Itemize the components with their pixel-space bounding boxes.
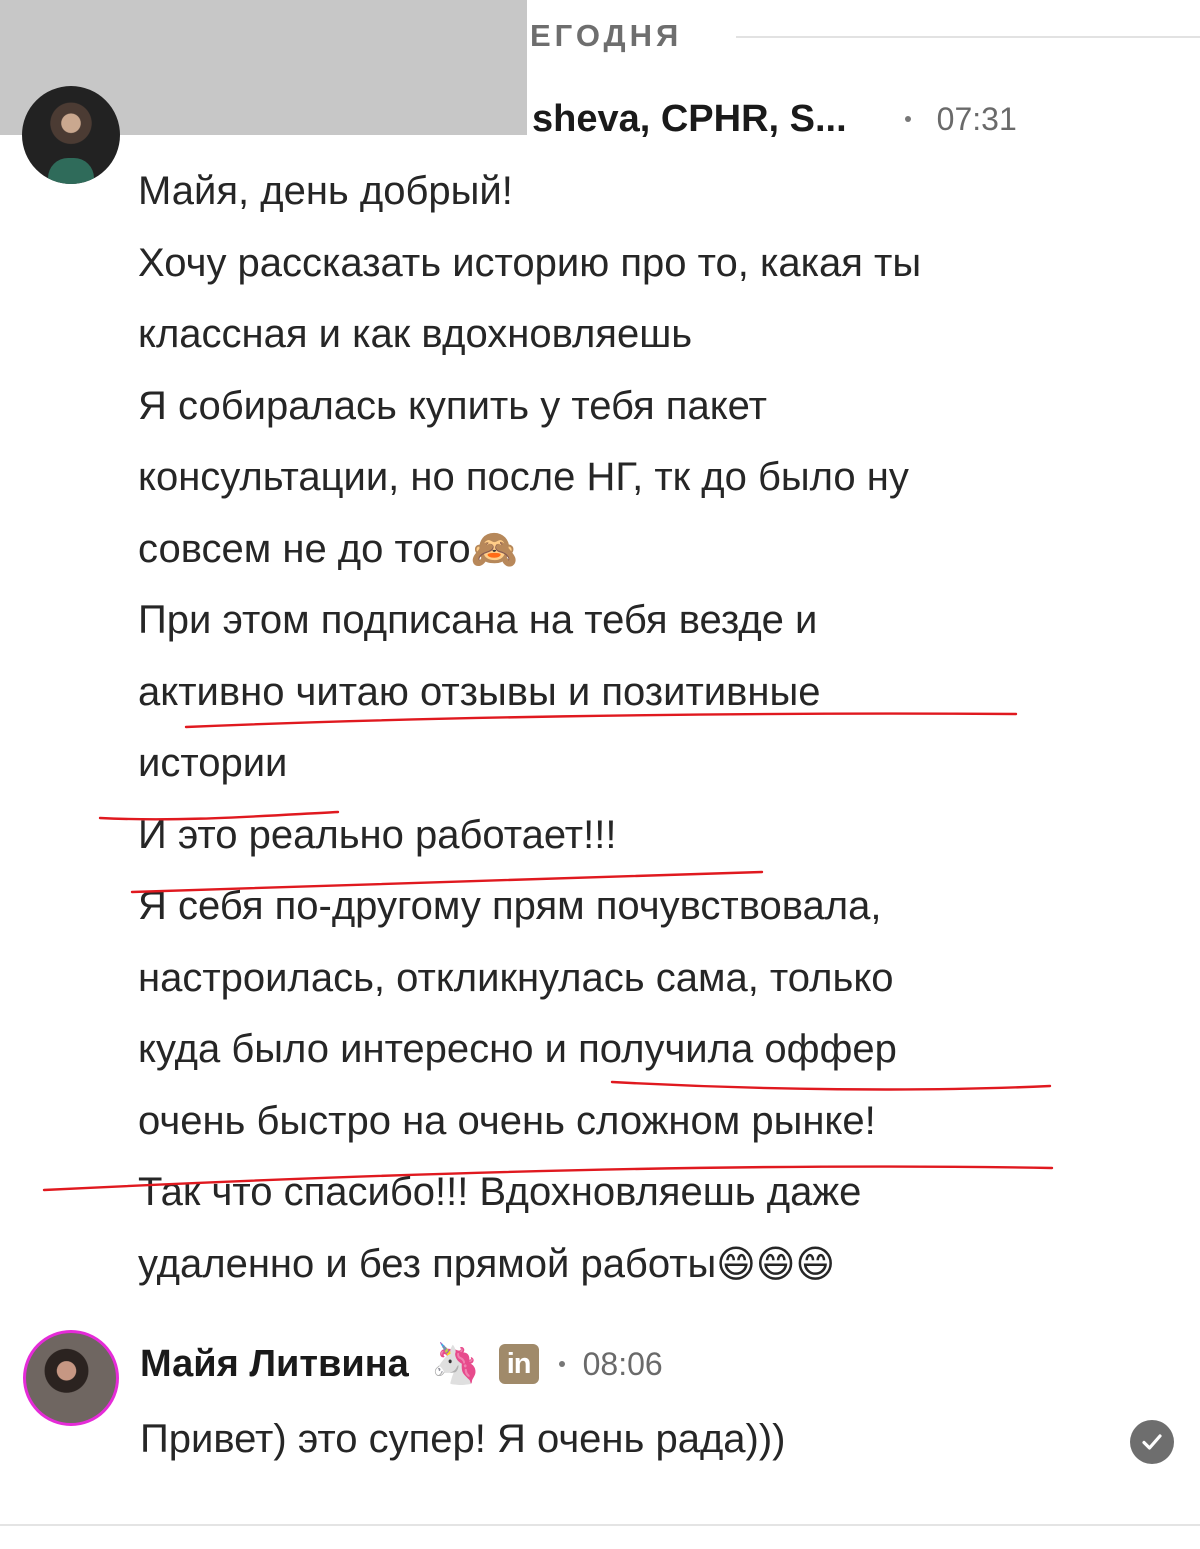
separator-dot: [558, 1361, 565, 1367]
message-line: куда было интересно и получила оффер: [138, 1027, 897, 1071]
reply-text: Привет) это супер! Я очень рада))): [140, 1417, 786, 1461]
message-line: удаленно и без прямой работы😄😄😄: [138, 1229, 1138, 1301]
check-icon: [1142, 1434, 1162, 1450]
message-line: При этом подписана на тебя везде и: [138, 598, 818, 642]
message-line: Так что спасибо!!! Вдохновляешь даже: [138, 1170, 862, 1214]
message-body: Майя, день добрый! Хочу рассказать истор…: [138, 156, 1138, 1300]
day-divider-rule: [736, 36, 1200, 38]
message-line: консультации, но после НГ, тк до было ну: [138, 455, 909, 499]
message-line: Я собиралась купить у тебя пакет: [138, 383, 767, 428]
message-line: Я себя по-другому прям почувствовала,: [138, 884, 882, 928]
message-header: sheva, CPHR, S... 07:31: [532, 91, 1017, 147]
message-line: настроилась, откликнулась сама, только: [138, 955, 894, 1000]
message-line: активно читаю отзывы и позитивные: [138, 669, 821, 714]
see-no-evil-emoji: 🙈: [470, 528, 518, 571]
day-divider-label: ЕГОДНЯ: [530, 18, 683, 53]
linkedin-badge-icon: in: [498, 1344, 539, 1384]
sender-name[interactable]: sheva, CPHR, S...: [532, 98, 847, 141]
reply-header: Майя Литвина 🦄 in 08:06: [140, 1336, 663, 1392]
unicorn-emoji: 🦄: [430, 1342, 481, 1386]
sender-avatar[interactable]: [22, 86, 120, 184]
message-line: совсем не до того🙈: [138, 514, 1138, 586]
day-divider: ЕГОДНЯ: [528, 14, 1200, 60]
reply-avatar[interactable]: [23, 1330, 119, 1426]
message-line: Хочу рассказать историю про то, какая ты: [138, 240, 922, 285]
message-line: И это реально работает!!!: [138, 812, 617, 857]
message-line: классная и как вдохновляешь: [138, 312, 693, 356]
reply-time: 08:06: [582, 1345, 663, 1382]
message-line: Майя, день добрый!: [138, 169, 513, 213]
message-line-text: совсем не до того: [138, 526, 471, 571]
separator-dot: [904, 116, 911, 122]
message-line-text: удаленно и без прямой работы: [138, 1241, 717, 1286]
message-line: очень быстро на очень сложном рынке!: [138, 1098, 876, 1143]
seen-check-icon: [1130, 1420, 1174, 1464]
grinning-emoji: 😄😄😄: [716, 1243, 836, 1286]
bottom-divider: [0, 1524, 1200, 1526]
message-line: истории: [138, 741, 288, 785]
message-time: 07:31: [936, 100, 1017, 137]
reply-sender-name[interactable]: Майя Литвина: [140, 1343, 409, 1386]
